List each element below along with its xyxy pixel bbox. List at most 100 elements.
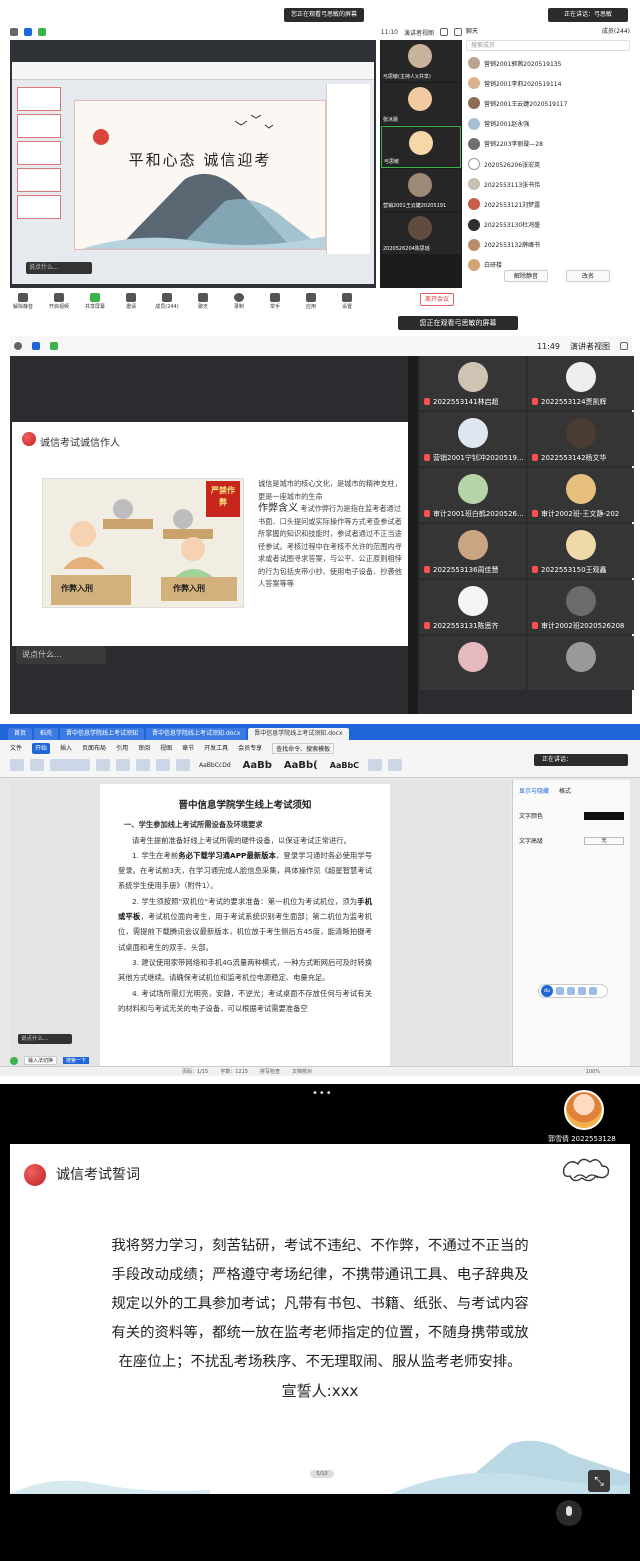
video-tile[interactable]: 弓思敏: [381, 126, 461, 168]
menu-reference[interactable]: 引用: [116, 743, 128, 754]
speaker-avatar[interactable]: [564, 1090, 604, 1130]
member-row[interactable]: 营销2203李丽璇—28: [464, 134, 632, 154]
invite-button[interactable]: 邀请: [118, 293, 144, 310]
command-search[interactable]: 查找命令、搜索模板: [272, 743, 335, 754]
shield-icon[interactable]: [24, 28, 32, 36]
list-icon[interactable]: [176, 759, 190, 771]
menu-file[interactable]: 文件: [10, 743, 22, 754]
video-tile[interactable]: 2022553124贾凯辉: [528, 356, 634, 410]
member-search-input[interactable]: 搜索成员: [466, 40, 630, 51]
video-tile[interactable]: 2022553136周佳慧: [420, 524, 526, 578]
mic-icon[interactable]: [556, 1500, 582, 1526]
video-tile[interactable]: 2022553150王观鑫: [528, 524, 634, 578]
tab-docer[interactable]: 稻壳: [34, 728, 59, 740]
signal-icon[interactable]: [38, 28, 46, 36]
member-row[interactable]: 2022553132薛峰书: [464, 235, 632, 255]
leave-meeting-button[interactable]: 离开会议: [420, 293, 454, 306]
slide-thumbnail[interactable]: [17, 168, 61, 192]
tool-icon[interactable]: [578, 987, 586, 995]
signal-icon[interactable]: [50, 342, 58, 350]
find-replace-icon[interactable]: [368, 759, 383, 771]
more-options-icon[interactable]: •••: [312, 1088, 333, 1099]
view-mode-dropdown[interactable]: 演讲者视图: [570, 341, 610, 352]
member-row[interactable]: 营销2001王云婕2020519117: [464, 93, 632, 113]
video-tile[interactable]: 营销2001宁钊冲2020519...: [420, 412, 526, 466]
chat-tab[interactable]: 聊天: [466, 26, 478, 38]
tab-home[interactable]: 首页: [8, 728, 33, 740]
style-heading2[interactable]: AaBb(: [281, 760, 321, 771]
search-button[interactable]: 搜索一下: [63, 1057, 90, 1064]
member-row[interactable]: 2020526206张宏英: [464, 154, 632, 174]
video-tile[interactable]: 2022553131陈思齐: [420, 580, 526, 634]
settings-button[interactable]: 设置: [334, 293, 360, 310]
info-icon[interactable]: [10, 28, 18, 36]
tab-document-2[interactable]: 晋中信息学院线上考试须知.docx: [146, 728, 247, 740]
video-tile[interactable]: 2022553142杨文华: [528, 412, 634, 466]
menu-start[interactable]: 开始: [32, 743, 51, 754]
video-tile[interactable]: [420, 636, 526, 690]
advanced-dropdown[interactable]: 无: [584, 836, 624, 845]
info-icon[interactable]: [14, 342, 22, 350]
slide-thumbnail[interactable]: [17, 195, 61, 219]
document-page[interactable]: 晋中信息学院学生线上考试须知 一、学生参加线上考试所需设备及环境要求 请考生提前…: [100, 784, 390, 1066]
video-tile[interactable]: 营销2001王云婕20205191: [381, 169, 461, 211]
align-icon[interactable]: [156, 759, 170, 771]
comment-input[interactable]: 说点什么...: [26, 262, 92, 274]
side-tab-format[interactable]: 格式: [559, 786, 571, 795]
ime-switch[interactable]: 输入法切换: [24, 1056, 58, 1065]
tab-document[interactable]: 晋中信息学院线上考试须知: [60, 728, 145, 740]
member-row[interactable]: 营销2001李莉2020519114: [464, 73, 632, 93]
style-heading3[interactable]: AaBbC: [327, 761, 362, 770]
start-video-button[interactable]: 开启视频: [46, 293, 72, 310]
menu-insert[interactable]: 插入: [60, 743, 72, 754]
menu-member[interactable]: 会员专享: [238, 743, 262, 754]
style-normal[interactable]: AaBbCcDd: [196, 762, 234, 769]
menu-developer[interactable]: 开发工具: [204, 743, 228, 754]
unmute-all-button[interactable]: 解除静音: [504, 270, 548, 282]
apps-button[interactable]: 应用: [298, 293, 324, 310]
format-painter-icon[interactable]: [30, 759, 44, 771]
style-heading1[interactable]: AaBb: [240, 760, 275, 771]
video-tile[interactable]: [528, 636, 634, 690]
italic-icon[interactable]: [116, 759, 130, 771]
slide-thumbnail[interactable]: [17, 87, 61, 111]
video-tile[interactable]: 张冰晨: [381, 83, 461, 125]
underline-icon[interactable]: [136, 759, 150, 771]
tool-icon[interactable]: [567, 987, 575, 995]
select-icon[interactable]: [388, 759, 403, 771]
comment-input[interactable]: 说点什么...: [16, 646, 106, 664]
bold-icon[interactable]: [96, 759, 110, 771]
expand-icon[interactable]: ⤡: [588, 1470, 610, 1492]
color-swatch[interactable]: [584, 811, 624, 820]
member-row[interactable]: 营销2001赵永强: [464, 114, 632, 134]
members-button[interactable]: 成员(244): [154, 293, 180, 310]
rename-button[interactable]: 改名: [566, 270, 610, 282]
slide-thumbnail[interactable]: [17, 114, 61, 138]
video-tile[interactable]: 弓思敏(主持人)(共享): [381, 40, 461, 82]
tab-document-active[interactable]: 晋中信息学院线上考试须知.docx: [248, 728, 349, 740]
member-row[interactable]: 2022553130杜鸿盛: [464, 215, 632, 235]
tool-icon[interactable]: [556, 987, 564, 995]
du-assistant-button[interactable]: du: [541, 985, 553, 997]
member-row[interactable]: 2022553113张书伟: [464, 174, 632, 194]
shield-icon[interactable]: [32, 342, 40, 350]
comment-input[interactable]: 说点什么...: [18, 1034, 72, 1044]
fullscreen-icon[interactable]: [620, 342, 628, 350]
share-screen-button[interactable]: 共享屏幕: [82, 293, 108, 310]
menu-chapter[interactable]: 章节: [182, 743, 194, 754]
menu-layout[interactable]: 页面布局: [82, 743, 106, 754]
video-tile[interactable]: 审计2002班-王文静-202: [528, 468, 634, 522]
chat-button[interactable]: 聊天: [190, 293, 216, 310]
menu-review[interactable]: 审阅: [138, 743, 150, 754]
fullscreen-icon[interactable]: [454, 28, 462, 36]
view-mode-dropdown[interactable]: 演讲者视图: [404, 28, 434, 37]
slide-thumbnail[interactable]: [17, 141, 61, 165]
record-button[interactable]: 录制: [226, 293, 252, 310]
layout-icon[interactable]: [440, 28, 448, 36]
spell-check[interactable]: 拼写检查: [260, 1068, 280, 1075]
member-row[interactable]: 2022553121刘梦露: [464, 194, 632, 214]
video-tile[interactable]: 审计2002班2020526208: [528, 580, 634, 634]
video-tile[interactable]: 审计2001班白鹤2020526...: [420, 468, 526, 522]
member-row[interactable]: 营销2001郭茜2020519135: [464, 53, 632, 73]
side-tab-display[interactable]: 显示与隐藏: [519, 786, 549, 795]
